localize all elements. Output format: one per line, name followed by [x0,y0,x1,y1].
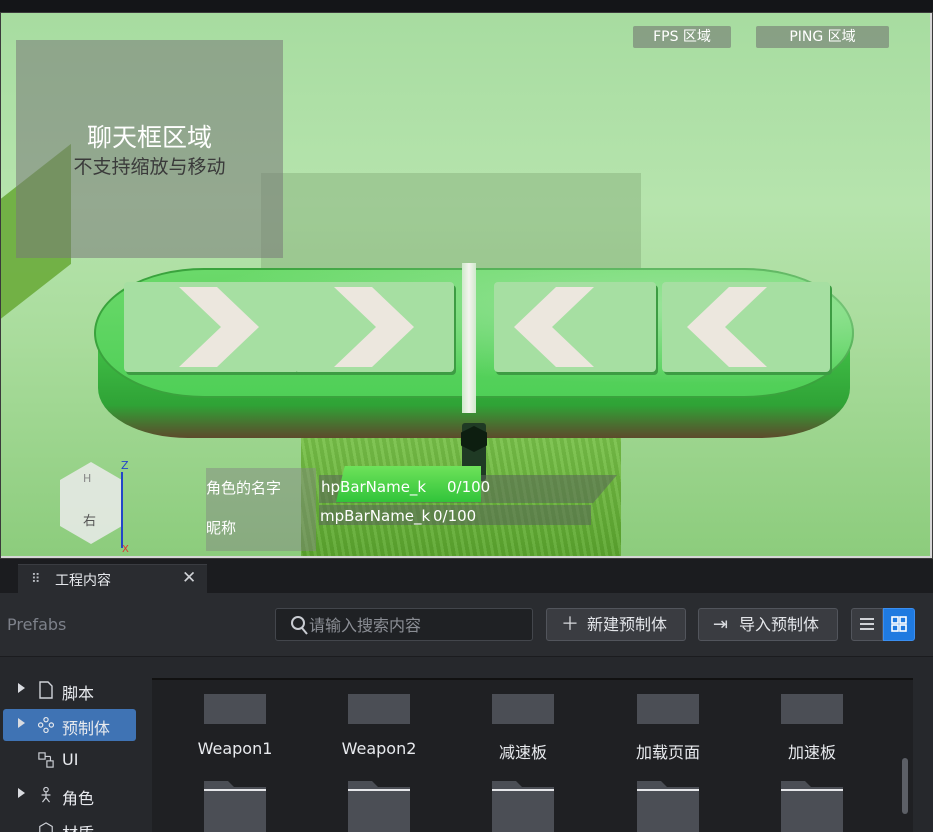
tree-item-label: 角色 [62,789,95,808]
prefab-icon [38,716,54,734]
hp-value: 0/100 [447,478,491,496]
tree-item-label: 预制体 [62,719,111,738]
panel-tab-bar: ⠿ 工程内容 ✕ [0,559,933,593]
speed-pad-right-2 [662,282,830,372]
tree-item-scripts[interactable]: 脚本 [0,674,150,706]
asset-item-loading-page[interactable]: 加载页面 [607,684,727,764]
speed-pad-left-1 [124,282,304,372]
project-content-panel: ⠿ 工程内容 ✕ Prefabs ＋ 新建预制体 ⇥ 导入预制体 [0,559,933,832]
grid-icon [891,616,907,632]
fps-region: FPS 区域 [633,26,731,48]
tree-item-materials[interactable]: 材质 [0,814,150,832]
tab-label: 工程内容 [55,573,111,589]
gizmo-face-label: 右 [83,514,97,529]
expand-arrow-icon[interactable] [18,718,25,728]
import-prefab-label: 导入预制体 [739,615,820,634]
mp-value: 0/100 [433,507,477,525]
chat-region-title: 聊天框区域 [86,123,212,152]
asset-label: Weapon2 [341,739,417,758]
asset-item-speed-board[interactable]: 加速板 [751,684,871,764]
material-icon [39,822,53,832]
expand-arrow-icon[interactable] [18,683,25,693]
gizmo-x-label: X [122,544,129,555]
tree-item-characters[interactable]: 角色 [0,779,150,811]
speed-pad-left-2 [294,282,454,372]
gizmo-top-label: H [83,472,92,485]
gizmo-z-label: Z [121,459,129,472]
tree-item-label: 材质 [62,820,94,832]
top-strip [0,0,933,12]
breadcrumb[interactable]: Prefabs [7,615,66,634]
asset-label: 加速板 [787,743,836,762]
file-icon [39,681,53,699]
scene-viewport[interactable]: 聊天框区域 不支持缩放与移动 FPS 区域 PING 区域 H 右 Z X 角色… [0,12,933,559]
prefab-thumbnail [204,694,266,724]
green-platform [94,263,854,438]
prefab-thumbnail [492,694,554,724]
grid-view-button[interactable] [883,608,915,641]
new-prefab-label: 新建预制体 [587,615,668,634]
asset-label: 加载页面 [635,743,700,762]
folder-icon[interactable] [348,777,410,832]
search-icon [291,616,308,635]
list-icon [860,618,874,630]
prefab-thumbnail [637,694,699,724]
platform-divider [462,263,476,413]
folder-icon[interactable] [637,777,699,832]
tree-item-prefabs[interactable]: 预制体 [3,709,136,741]
asset-item-weapon1[interactable]: Weapon1 [174,684,294,764]
asset-grid: Weapon1 Weapon2 减速板 加载页面 加速板 [152,678,913,832]
nickname-label: 昵称 [206,519,237,537]
new-prefab-button[interactable]: ＋ 新建预制体 [546,608,686,641]
import-prefab-button[interactable]: ⇥ 导入预制体 [698,608,838,641]
tab-project-content[interactable]: ⠿ 工程内容 ✕ [18,564,207,593]
prefab-thumbnail [348,694,410,724]
list-view-button[interactable] [851,608,883,641]
ui-icon [38,752,54,768]
character-icon [41,786,51,803]
close-icon[interactable]: ✕ [182,568,196,588]
gizmo-z-axis [121,472,123,548]
plus-icon: ＋ [561,614,579,635]
asset-scrollbar[interactable] [902,758,908,814]
search-box[interactable] [275,608,533,641]
character-name-panel: 角色的名字 昵称 [206,468,316,551]
view-gizmo[interactable]: H 右 Z X [57,459,135,558]
panel-toolbar: Prefabs ＋ 新建预制体 ⇥ 导入预制体 [0,593,933,657]
search-input[interactable] [309,613,524,637]
role-name-label: 角色的名字 [206,479,282,497]
mp-bar-name: mpBarName_k [320,507,431,525]
tree-item-ui[interactable]: UI [0,744,150,776]
asset-item-weapon2[interactable]: Weapon2 [318,684,438,764]
folder-icon[interactable] [492,777,554,832]
expand-arrow-icon[interactable] [18,788,25,798]
folder-tree: 脚本 预制体 UI 角色 [0,658,150,832]
asset-item-slow-board[interactable]: 减速板 [462,684,582,764]
hp-bar-name: hpBarName_k [321,478,427,496]
folder-icon[interactable] [781,777,843,832]
import-icon: ⇥ [713,614,729,635]
chat-region: 聊天框区域 不支持缩放与移动 [16,40,283,258]
chat-region-subtitle: 不支持缩放与移动 [73,156,226,178]
prefab-thumbnail [781,694,843,724]
asset-label: 减速板 [498,743,547,762]
ping-region: PING 区域 [756,26,889,48]
asset-label: Weapon1 [197,739,273,758]
tree-item-label: 脚本 [62,684,95,703]
drag-handle-icon[interactable]: ⠿ [31,572,41,587]
tree-item-label: UI [62,750,79,769]
speed-pad-right-1 [494,282,656,372]
folder-icon[interactable] [204,777,266,832]
